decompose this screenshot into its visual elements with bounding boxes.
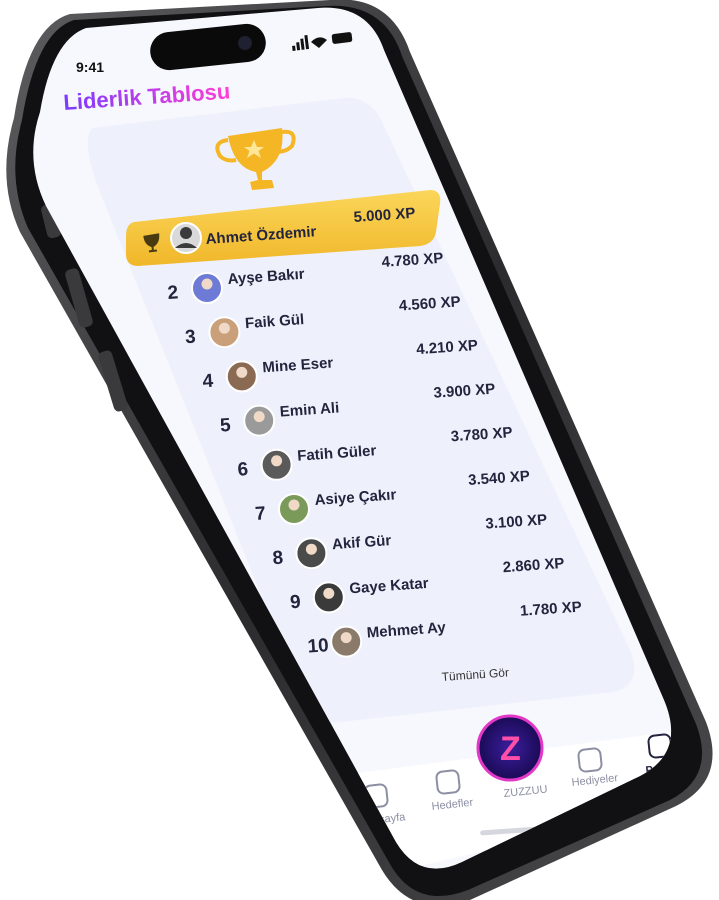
row-rank: 9 (289, 592, 301, 614)
avatar-face (305, 543, 317, 555)
row-rank: 4 (202, 371, 214, 393)
row-rank: 10 (307, 635, 330, 657)
row-rank: 2 (167, 282, 179, 304)
row-rank: 3 (184, 327, 196, 349)
avatar-face (201, 278, 213, 290)
avatar-face (271, 455, 283, 467)
row-rank: 6 (237, 459, 249, 481)
avatar-face (323, 587, 335, 599)
zuzzuu-logo-mark: Z (500, 730, 521, 768)
avatar-face (340, 632, 352, 644)
screen: 9:41 Liderlik Tablosu Ahmet Özdemir 5.00… (33, 7, 672, 869)
status-time: 9:41 (76, 59, 104, 75)
avatar-face (218, 322, 230, 334)
avatar-face (288, 499, 300, 511)
row-rank: 8 (272, 548, 284, 570)
row-rank: 5 (219, 415, 231, 437)
avatar-face (253, 411, 265, 423)
row-rank: 7 (254, 503, 266, 525)
avatar-face (236, 366, 248, 378)
